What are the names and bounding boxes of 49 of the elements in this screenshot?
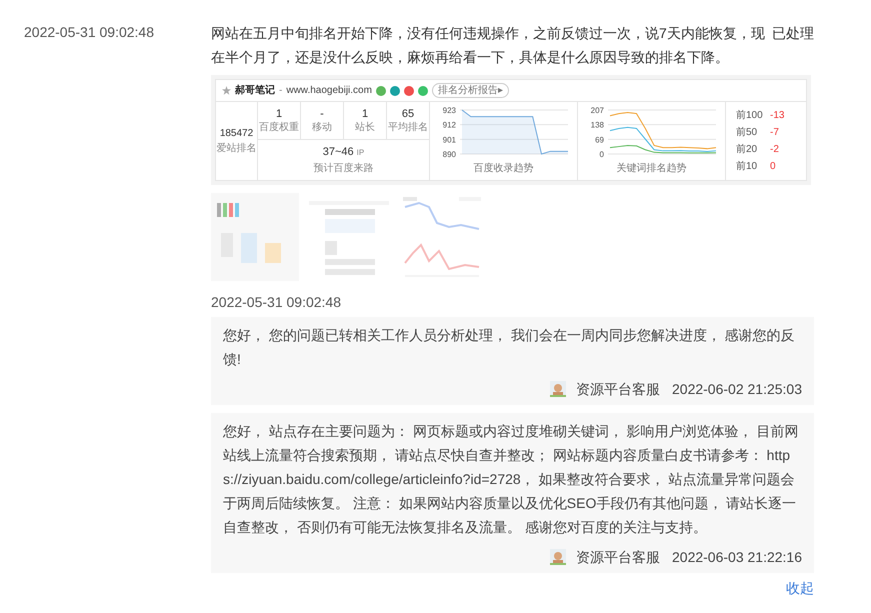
legend-change: -13: [770, 108, 784, 122]
reply-text: 您好， 站点存在主要问题为： 网页标题或内容过度堆砌关键词， 影响用户浏览体验， 目前网站线上流量符合搜索预期， 请站点尽快自查并整改； 网站标题内容质量白皮书请参考： https://ziyuan.baidu.com/college/articleinfo?id=2728， 如果整改符合要求， 站点流量异常问题会于两周后陆续恢复。 注意： 如果网站内容质量以及优化SEO手段仍有其他问题， 请站长逐一自查整改， 否则仍有可能无法恢复排名及流量。 感谢您对百度的关注与支持。: [223, 422, 800, 537]
feedback-text: 网站在五月中旬排名开始下降，没有任何违规操作，之前反馈过一次，说7天内能恢复，现在半个月了，还是没什么反映，麻烦再给看一下，具体是什么原因导致的排名下降。: [211, 25, 765, 65]
collapse-link[interactable]: 收起: [786, 579, 814, 597]
star-icon: [222, 86, 231, 95]
traffic-value: 37~46: [322, 145, 354, 160]
stat-value: 1: [276, 107, 282, 121]
stat-value: 1: [362, 107, 368, 121]
stat-value: -: [320, 107, 324, 121]
chart-caption: 关键词排名趋势: [616, 162, 686, 176]
stat-label: 移动: [312, 121, 332, 134]
tick-label: 0: [599, 150, 604, 159]
author-name: 资源平台客服: [576, 548, 660, 567]
site-domain: www.haogebiji.com: [286, 84, 372, 98]
reply-text: 您好， 您的问题已转相关工作人员分析处理， 我们会在一周内同步您解决进度， 感谢您的反馈!: [223, 326, 796, 369]
legend-change: 0: [770, 160, 776, 174]
legend-label: 前50: [736, 126, 758, 140]
legend-change: -7: [770, 126, 779, 140]
legend-label: 前10: [736, 160, 758, 174]
avatar-icon: [550, 549, 566, 565]
rank-label: 爱站排名: [216, 142, 256, 156]
tick-label: 923: [442, 106, 456, 115]
traffic-unit: IP: [356, 147, 364, 160]
stat-value: 65: [402, 107, 414, 121]
tick-label: 912: [442, 120, 456, 130]
tick-label: 207: [590, 106, 604, 115]
stat-label: 平均排名: [388, 121, 428, 134]
reply-time: 2022-06-02 21:25:03: [672, 380, 802, 399]
legend-change: -2: [770, 142, 779, 156]
traffic-label: 预计百度来路: [314, 162, 374, 176]
author-name: 资源平台客服: [576, 380, 660, 399]
submitted-time: 2022-05-31 09:02:48: [211, 293, 342, 311]
stat-label: 百度权重: [259, 121, 299, 134]
tick-label: 890: [442, 150, 456, 159]
legend-label: 前20: [736, 142, 758, 156]
chart-caption: 百度收录趋势: [474, 162, 534, 176]
reply-time: 2022-06-03 21:22:16: [672, 548, 802, 567]
avatar-icon: [550, 381, 566, 397]
report-button[interactable]: 排名分析报告▸: [432, 83, 509, 98]
tick-label: 69: [594, 135, 604, 144]
rank-value: 185472: [220, 127, 254, 141]
stat-label: 站长: [355, 121, 375, 134]
tick-label: 901: [442, 135, 456, 144]
site-name: 郝哥笔记: [235, 84, 275, 98]
feedback-date: 2022-05-31 09:02:48: [24, 24, 154, 40]
separator-text: -: [279, 84, 282, 98]
tick-label: 138: [590, 120, 604, 130]
status-label: 已处理: [772, 24, 814, 43]
legend-label: 前100: [736, 108, 764, 122]
